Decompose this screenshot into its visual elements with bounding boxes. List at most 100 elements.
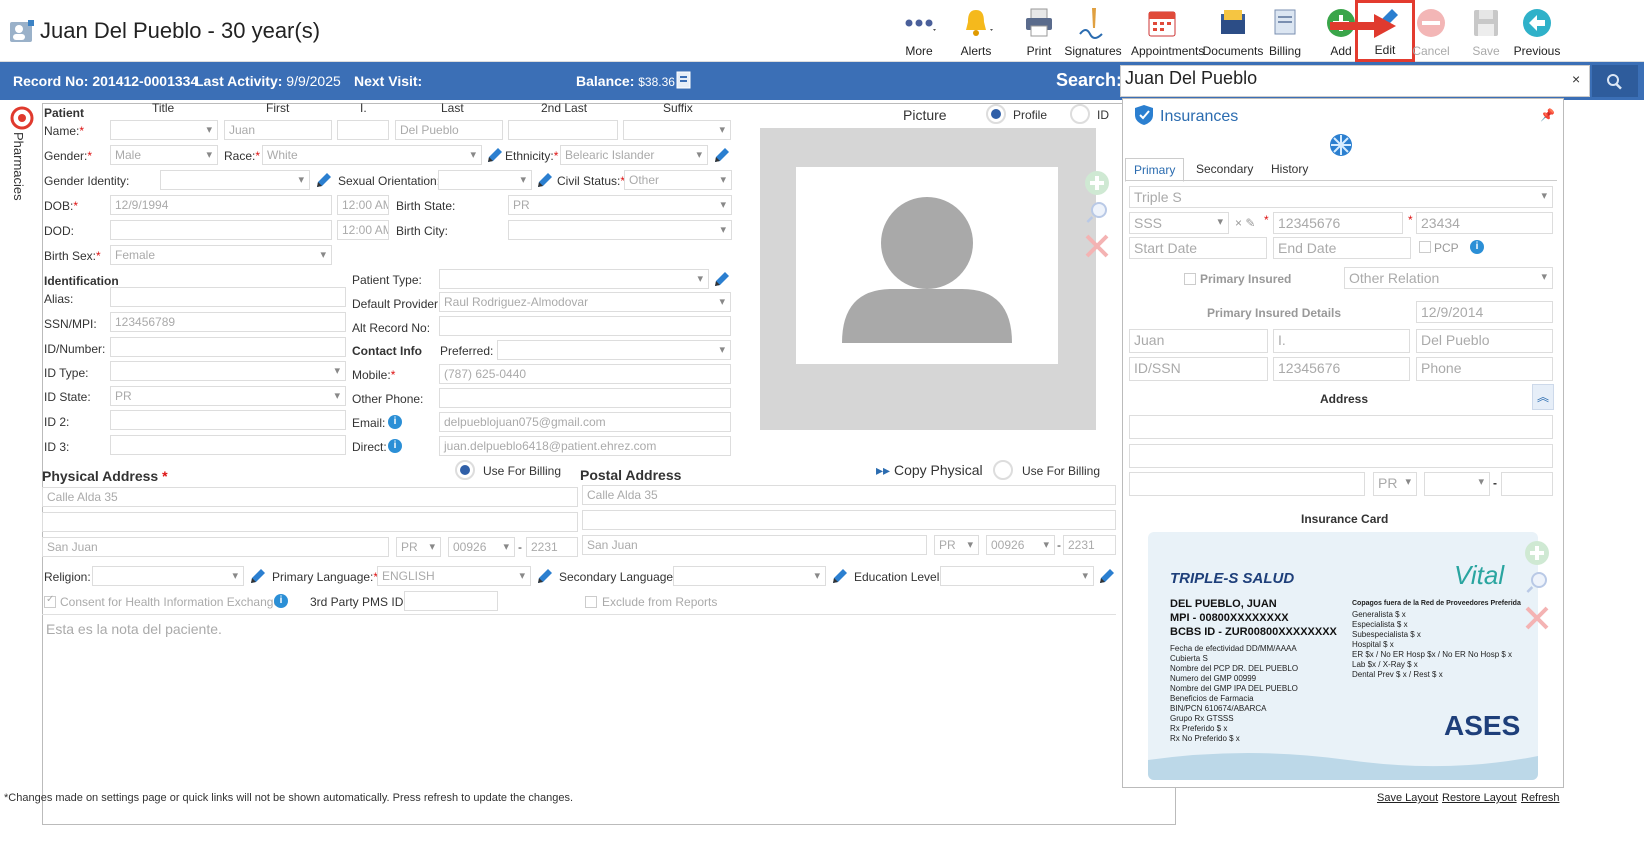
physical-city[interactable]: San Juan xyxy=(42,537,389,557)
signatures-button[interactable]: Signatures xyxy=(1062,4,1124,58)
alerts-button[interactable]: Alerts xyxy=(945,4,1007,58)
print-button[interactable]: Print xyxy=(1008,4,1070,58)
alt-record-input[interactable] xyxy=(439,316,731,336)
default-provider-select[interactable]: Raul Rodriguez-Almodovar xyxy=(439,292,731,312)
insured-zip-select[interactable] xyxy=(1424,472,1490,496)
insured-state-select[interactable]: PR xyxy=(1373,472,1417,496)
insurance-type-select[interactable]: SSS xyxy=(1129,212,1229,234)
insured-zip4-input[interactable] xyxy=(1501,472,1553,496)
direct-input[interactable]: juan.delpueblo6418@patient.ehrez.com xyxy=(439,436,731,456)
balance-detail-icon[interactable] xyxy=(676,71,692,89)
zoom-card-icon[interactable] xyxy=(1526,570,1550,594)
postal-city[interactable]: San Juan xyxy=(582,535,927,555)
insured-address-line1[interactable] xyxy=(1129,415,1553,439)
patient-type-select[interactable] xyxy=(439,269,709,289)
email-input[interactable]: delpueblojuan075@gmail.com xyxy=(439,412,731,432)
postal-address-line2[interactable] xyxy=(582,510,1116,530)
insured-city-input[interactable] xyxy=(1129,472,1365,496)
direct-info-icon[interactable]: i xyxy=(388,439,402,453)
insured-address-line2[interactable] xyxy=(1129,444,1553,468)
primary-insured-checkbox[interactable] xyxy=(1184,273,1196,285)
second-last-name-input[interactable] xyxy=(508,120,618,140)
email-info-icon[interactable]: i xyxy=(388,415,402,429)
id-state-select[interactable]: PR xyxy=(110,386,346,406)
mobile-input[interactable]: (787) 625-0440 xyxy=(439,364,731,384)
pharmacies-tab[interactable]: Pharmacies xyxy=(11,132,26,201)
alias-input[interactable] xyxy=(110,287,346,307)
tab-secondary[interactable]: Secondary xyxy=(1188,158,1261,180)
search-button[interactable] xyxy=(1592,65,1638,97)
patient-notes-textarea[interactable]: Esta es la nota del paciente. xyxy=(42,614,1116,786)
cancel-button[interactable]: Cancel xyxy=(1400,4,1462,58)
last-name-input[interactable]: Del Pueblo xyxy=(395,120,503,140)
postal-address-line1[interactable]: Calle Alda 35 xyxy=(582,485,1116,505)
other-relation-select[interactable]: Other Relation xyxy=(1344,267,1553,289)
postal-state-select[interactable]: PR xyxy=(934,535,979,555)
insured-phone-input[interactable]: Phone xyxy=(1416,357,1553,381)
consent-checkbox[interactable]: ✓ xyxy=(44,594,56,608)
id2-input[interactable] xyxy=(110,410,346,430)
middle-initial-input[interactable] xyxy=(337,120,389,140)
secondary-language-edit-pencil-icon[interactable] xyxy=(831,567,849,585)
sexual-orientation-select[interactable] xyxy=(438,170,532,190)
physical-use-billing-radio[interactable] xyxy=(455,460,475,480)
third-party-pms-input[interactable] xyxy=(404,591,498,611)
religion-edit-pencil-icon[interactable] xyxy=(249,567,267,585)
tab-primary[interactable]: Primary xyxy=(1125,158,1185,182)
previous-button[interactable]: Previous xyxy=(1506,4,1568,58)
suffix-select[interactable] xyxy=(623,120,731,140)
education-level-select[interactable] xyxy=(940,566,1094,586)
ethnicity-edit-pencil-icon[interactable] xyxy=(713,146,731,164)
birth-sex-select[interactable]: Female xyxy=(110,245,332,265)
insured-mi-input[interactable]: I. xyxy=(1273,329,1410,353)
exclude-reports-checkbox[interactable] xyxy=(585,596,597,608)
insured-idssn-value[interactable]: 12345676 xyxy=(1273,357,1410,381)
copy-physical-button[interactable]: ▸▸ Copy Physical xyxy=(876,462,983,479)
race-select[interactable]: White xyxy=(262,145,482,165)
ssn-input[interactable]: 123456789 xyxy=(110,312,346,332)
dod-time-input[interactable]: 12:00 AM xyxy=(337,220,389,240)
first-name-input[interactable]: Juan xyxy=(224,120,332,140)
save-layout-link[interactable]: Save Layout xyxy=(1377,792,1438,804)
insured-idssn-input[interactable]: ID/SSN xyxy=(1129,357,1268,381)
dod-input[interactable] xyxy=(110,220,332,240)
add-card-icon[interactable] xyxy=(1524,540,1550,566)
id-radio[interactable] xyxy=(1070,104,1090,124)
add-picture-icon[interactable] xyxy=(1084,170,1110,196)
ethnicity-select[interactable]: Belearic Islander xyxy=(560,145,708,165)
primary-language-select[interactable]: ENGLISH xyxy=(377,566,531,586)
search-clear-icon[interactable]: × xyxy=(1572,71,1580,87)
id-type-select[interactable] xyxy=(110,361,346,381)
start-date-input[interactable]: Start Date xyxy=(1129,237,1267,259)
physical-address-line2[interactable] xyxy=(42,512,578,532)
delete-picture-icon[interactable] xyxy=(1084,233,1110,259)
dob-time-input[interactable]: 12:00 AM xyxy=(337,195,389,215)
insured-first-input[interactable]: Juan xyxy=(1129,329,1268,353)
insurance-type-clear-icon[interactable]: × ✎ xyxy=(1235,216,1255,230)
id3-input[interactable] xyxy=(110,435,346,455)
collapse-address-icon[interactable]: ︽ xyxy=(1532,384,1554,410)
billing-button[interactable]: Billing xyxy=(1254,4,1316,58)
group-number-input[interactable]: 23434 xyxy=(1416,212,1553,234)
tab-history[interactable]: History xyxy=(1263,158,1316,180)
physical-address-line1[interactable]: Calle Alda 35 xyxy=(42,487,578,507)
other-phone-input[interactable] xyxy=(439,388,731,408)
pcp-checkbox[interactable] xyxy=(1419,241,1431,253)
birth-city-select[interactable] xyxy=(508,220,732,240)
insured-last-input[interactable]: Del Pueblo xyxy=(1416,329,1553,353)
zoom-picture-icon[interactable] xyxy=(1086,200,1110,224)
title-select[interactable] xyxy=(110,120,218,140)
pin-icon[interactable]: 📌 xyxy=(1540,108,1555,122)
birth-state-select[interactable]: PR xyxy=(508,195,732,215)
education-edit-pencil-icon[interactable] xyxy=(1098,567,1116,585)
physical-zip4[interactable]: 2231 xyxy=(526,537,578,557)
gender-identity-select[interactable] xyxy=(160,170,310,190)
race-edit-pencil-icon[interactable] xyxy=(486,146,504,164)
gender-identity-edit-pencil-icon[interactable] xyxy=(315,171,333,189)
sexual-orientation-edit-pencil-icon[interactable] xyxy=(536,171,554,189)
appointments-button[interactable]: Appointments xyxy=(1131,4,1204,58)
dob-input[interactable]: 12/9/1994 xyxy=(110,195,332,215)
refresh-link[interactable]: Refresh xyxy=(1521,792,1560,804)
gender-select[interactable]: Male xyxy=(110,145,218,165)
physical-zip-select[interactable]: 00926 xyxy=(448,537,515,557)
